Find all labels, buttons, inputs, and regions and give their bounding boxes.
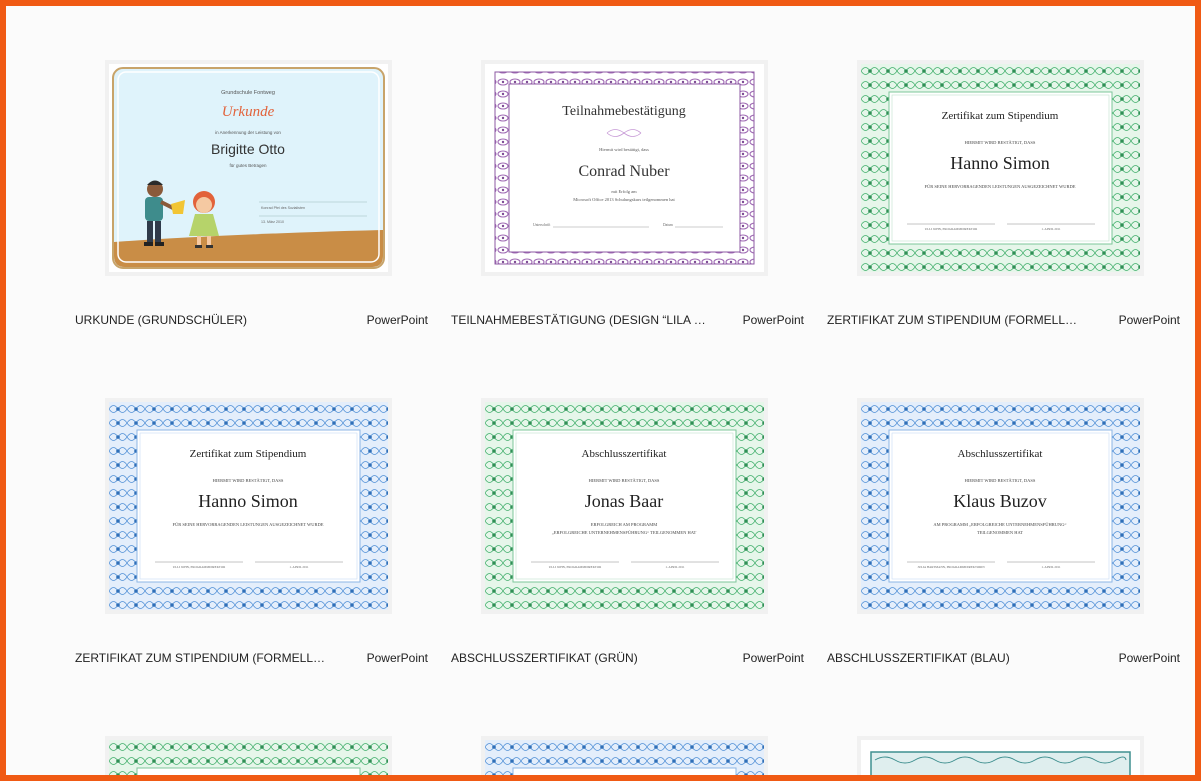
- template-app-label: PowerPoint: [1118, 651, 1180, 665]
- kids-certificate-preview: Grundschule Fontweg Urkunde in Anerkennu…: [109, 64, 388, 272]
- preview-line3: TEILGENOMMEN HAT: [977, 530, 1023, 535]
- template-card[interactable]: Zertifikat zum Stipendium HIERMIT WIRD B…: [827, 6, 1180, 327]
- preview-line2: FÜR SEINE HERVORRAGENDEN LEISTUNGEN AUSG…: [172, 522, 323, 527]
- template-title[interactable]: ABSCHLUSSZERTIFIKAT (BLAU): [827, 651, 1082, 665]
- template-thumbnail[interactable]: Zertifikat zum Stipendium HIERMIT WIRD B…: [105, 398, 392, 614]
- green-certificate-preview: Abschlusszertifikat HIERMIT WIRD BESTÄTI…: [485, 402, 764, 610]
- preview-name: Brigitte Otto: [211, 141, 285, 157]
- preview-line1: in Anerkennung der Leistung von: [215, 130, 281, 135]
- lilac-certificate-preview: Teilnahmebestätigung Hiermit wird bestät…: [485, 64, 764, 272]
- template-card[interactable]: Teilnahmebestätigung Hiermit wird bestät…: [451, 6, 804, 327]
- template-thumbnail[interactable]: [857, 736, 1144, 775]
- template-gallery: Grundschule Fontweg Urkunde in Anerkennu…: [6, 6, 1195, 775]
- template-thumbnail[interactable]: Abschlusszertifikat HIERMIT WIRD BESTÄTI…: [857, 398, 1144, 614]
- template-thumbnail[interactable]: Grundschule Fontweg Urkunde in Anerkennu…: [105, 60, 392, 276]
- preview-line3: Microsoft Office 2013 Schulungskurs teil…: [573, 197, 675, 202]
- template-card[interactable]: Abschlusszertifikat HIERMIT WIRD BESTÄTI…: [451, 344, 804, 665]
- preview-name: Hanno Simon: [950, 153, 1050, 173]
- template-title[interactable]: ZERTIFIKAT ZUM STIPENDIUM (FORMELLER ...: [827, 313, 1082, 327]
- teal-certificate-preview: [861, 740, 1140, 775]
- template-thumbnail[interactable]: Teilnahmebestätigung Hiermit wird bestät…: [481, 60, 768, 276]
- template-app-label: PowerPoint: [1118, 313, 1180, 327]
- preview-date: 13. März 2010: [261, 220, 284, 224]
- preview-heading: Urkunde: [222, 104, 275, 120]
- preview-heading: Abschlusszertifikat: [582, 448, 667, 460]
- blue-certificate-preview: Abschlusszertifikat HIERMIT WIRD BESTÄTI…: [861, 402, 1140, 610]
- preview-heading: Abschlusszertifikat: [958, 448, 1043, 460]
- preview-heading: Teilnahmebestätigung: [562, 104, 685, 119]
- template-title[interactable]: ABSCHLUSSZERTIFIKAT (GRÜN): [451, 651, 706, 665]
- preview-name: Jonas Baar: [585, 491, 663, 511]
- preview-name: Klaus Buzov: [953, 491, 1047, 511]
- template-card[interactable]: Zertifikat zum Stipendium HIERMIT WIRD B…: [75, 344, 428, 665]
- preview-line2: FÜR SEINE HERVORRAGENDEN LEISTUNGEN AUSG…: [924, 184, 1075, 189]
- preview-heading: Zertifikat zum Stipendium: [190, 448, 307, 460]
- template-title[interactable]: URKUNDE (GRUNDSCHÜLER): [75, 313, 330, 327]
- preview-line2: für gutes Betragen: [229, 163, 267, 168]
- preview-school: Grundschule Fontweg: [221, 90, 275, 96]
- template-thumbnail[interactable]: [105, 736, 392, 775]
- preview-heading: Zertifikat zum Stipendium: [942, 110, 1059, 122]
- template-thumbnail[interactable]: Abschlusszertifikat HIERMIT WIRD BESTÄTI…: [481, 398, 768, 614]
- template-thumbnail[interactable]: [481, 736, 768, 775]
- template-app-label: PowerPoint: [366, 313, 428, 327]
- template-app-label: PowerPoint: [742, 313, 804, 327]
- blue-certificate-preview: Zertifikat zum Stipendium HIERMIT WIRD B…: [109, 402, 388, 610]
- preview-date: 1. APRIL 2011: [1041, 227, 1061, 231]
- preview-sign-label: Konrad Pfei des Sozialisten: [261, 206, 305, 210]
- template-title[interactable]: ZERTIFIKAT ZUM STIPENDIUM (FORMELLER ...: [75, 651, 330, 665]
- template-app-label: PowerPoint: [742, 651, 804, 665]
- preview-date: 1. APRIL 2011: [289, 565, 309, 569]
- green-certificate-preview: Zertifikat zum Stipendium HIERMIT WIRD B…: [861, 64, 1140, 272]
- preview-date: 1. APRIL 2011: [665, 565, 685, 569]
- template-thumbnail[interactable]: Zertifikat zum Stipendium HIERMIT WIRD B…: [857, 60, 1144, 276]
- preview-line2: mit Erfolg am: [611, 189, 637, 194]
- template-title[interactable]: TEILNAHMEBESTÄTIGUNG (DESIGN “LILA KE...: [451, 313, 706, 327]
- preview-date: 1. APRIL 2011: [1041, 565, 1061, 569]
- preview-name: Hanno Simon: [198, 491, 298, 511]
- template-card[interactable]: Abschlusszertifikat HIERMIT WIRD BESTÄTI…: [827, 344, 1180, 665]
- preview-name: Conrad Nuber: [578, 163, 670, 180]
- preview-line2: ERFOLGREICH AM PROGRAMM: [591, 522, 658, 527]
- blue-certificate-preview: [485, 740, 764, 775]
- preview-date-label: Datum: [663, 223, 673, 227]
- green-certificate-preview: [109, 740, 388, 775]
- template-app-label: PowerPoint: [366, 651, 428, 665]
- preview-sign-label: Unterschrift: [533, 223, 550, 227]
- template-card[interactable]: Grundschule Fontweg Urkunde in Anerkennu…: [75, 6, 428, 327]
